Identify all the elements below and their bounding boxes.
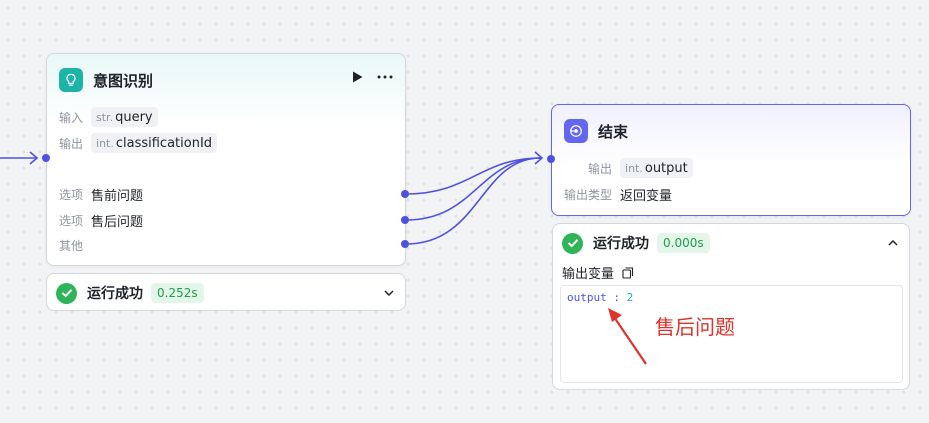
bulb-icon — [59, 68, 83, 92]
annotation-text: 售后问题 — [655, 315, 735, 339]
intent-recognition-node[interactable]: 意图识别 输入 str. query 输出 int. classificatio… — [42, 53, 409, 266]
option-label: 选项 — [59, 187, 84, 202]
node-title: 意图识别 — [93, 71, 154, 90]
wire-other — [405, 157, 542, 245]
option-label: 选项 — [59, 213, 84, 228]
option-row-other: 其他 — [59, 235, 91, 255]
input-port[interactable] — [42, 154, 50, 162]
check-circle-icon — [562, 232, 583, 254]
input-port[interactable] — [547, 155, 555, 163]
output-row: 输出 int. output — [588, 158, 693, 178]
output-name: output — [644, 160, 688, 176]
output-variable-tag: int. output — [620, 158, 693, 178]
option-row: 选项 售后问题 — [59, 210, 143, 230]
node-title: 结束 — [598, 122, 629, 141]
node-actions — [352, 71, 393, 83]
output-name: classificationId — [115, 135, 213, 151]
input-row: 输入 str. query — [59, 107, 158, 127]
play-icon[interactable] — [352, 71, 363, 83]
option-value: 售前问题 — [91, 188, 144, 204]
output-label: 输出 — [588, 161, 613, 176]
input-label: 输入 — [59, 110, 84, 125]
chevron-up-icon[interactable] — [887, 235, 899, 254]
other-port[interactable] — [401, 240, 409, 248]
option-row: 选项 售前问题 — [59, 184, 143, 204]
output-row: 输出 int. classificationId — [59, 133, 218, 153]
output-type-label: 输出类型 — [564, 187, 613, 202]
option-port[interactable] — [401, 190, 409, 198]
output-type: int. — [625, 161, 643, 175]
output-variable-label: 输出变量 — [562, 263, 634, 282]
chevron-down-icon[interactable] — [383, 285, 395, 304]
incoming-arrowhead — [29, 151, 39, 165]
input-type: str. — [96, 110, 114, 124]
copy-icon[interactable] — [622, 266, 634, 279]
output-variable-text: 输出变量 — [562, 267, 615, 282]
time-badge: 0.252s — [151, 283, 204, 303]
status-text: 运行成功 — [593, 236, 649, 252]
intent-run-result[interactable]: 运行成功 0.252s — [46, 273, 406, 311]
time-badge: 0.000s — [657, 233, 710, 253]
input-name: query — [115, 109, 153, 125]
status-row: 运行成功 0.252s — [56, 282, 204, 304]
status-text: 运行成功 — [87, 286, 143, 302]
wire-option-1 — [405, 157, 542, 195]
end-node[interactable]: 结束 输出 int. output 输出类型 返回变量 — [547, 104, 911, 216]
option-port[interactable] — [401, 216, 409, 224]
output-label: 输出 — [59, 136, 84, 151]
end-arrowhead — [534, 151, 544, 165]
status-row: 运行成功 0.000s — [562, 232, 710, 254]
output-type-value: 返回变量 — [620, 188, 673, 204]
option-value: 售后问题 — [91, 214, 144, 230]
wire-option-2 — [405, 157, 542, 221]
check-circle-icon — [56, 282, 77, 304]
output-type: int. — [96, 136, 114, 150]
end-icon — [564, 119, 588, 143]
input-variable-tag: str. query — [91, 107, 158, 127]
option-label: 其他 — [59, 238, 84, 253]
annotation-arrow — [608, 308, 647, 365]
output-type-row: 输出类型 返回变量 — [564, 184, 672, 204]
more-icon[interactable] — [377, 75, 393, 79]
node-header: 结束 — [564, 119, 628, 143]
output-variable-tag: int. classificationId — [91, 133, 218, 153]
node-header: 意图识别 — [59, 68, 153, 92]
